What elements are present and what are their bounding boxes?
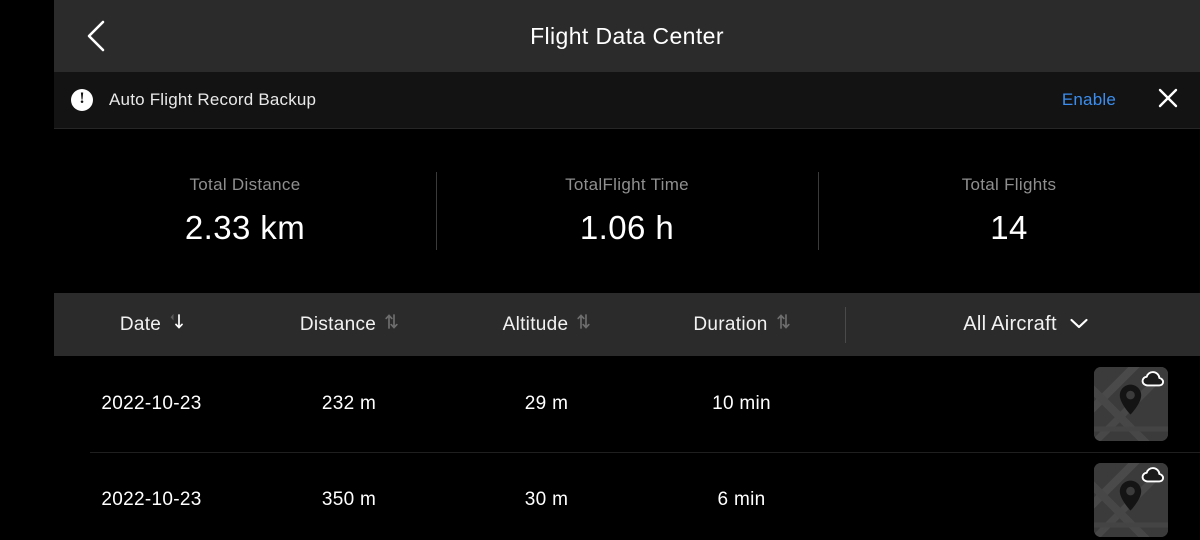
column-header-date[interactable]: Date bbox=[54, 313, 249, 336]
sort-arrows-icon bbox=[577, 313, 591, 336]
cloud-icon bbox=[1141, 370, 1165, 393]
map-pin-icon bbox=[1118, 479, 1143, 517]
flight-table-header: Date Distance Altitude Duration All Airc… bbox=[54, 293, 1200, 356]
column-label: Duration bbox=[693, 313, 768, 335]
banner-message: Auto Flight Record Backup bbox=[109, 90, 317, 109]
screen: Flight Data Center ! Auto Flight Record … bbox=[0, 0, 1200, 540]
sort-arrows-icon bbox=[170, 313, 184, 336]
stat-label: TotalFlight Time bbox=[565, 175, 689, 194]
map-pin-icon bbox=[1118, 383, 1143, 421]
column-label: Date bbox=[119, 313, 162, 335]
stat-total-distance: Total Distance 2.33 km bbox=[54, 165, 436, 257]
column-header-distance[interactable]: Distance bbox=[249, 313, 449, 336]
cloud-icon bbox=[1141, 466, 1165, 489]
stat-total-flight-time: TotalFlight Time 1.06 h bbox=[436, 165, 818, 257]
cell-distance: 350 m bbox=[321, 489, 377, 510]
navigation-bar: Flight Data Center bbox=[54, 0, 1200, 72]
map-thumbnail[interactable] bbox=[1094, 367, 1168, 441]
stat-total-flights: Total Flights 14 bbox=[818, 165, 1200, 257]
stat-value: 1.06 h bbox=[579, 209, 675, 246]
stat-value: 2.33 km bbox=[184, 209, 306, 246]
flight-data-center-app: Flight Data Center ! Auto Flight Record … bbox=[54, 0, 1200, 540]
chevron-left-icon bbox=[85, 19, 107, 53]
column-label: Altitude bbox=[502, 313, 569, 335]
sort-arrows-icon bbox=[776, 313, 790, 336]
cell-duration: 6 min bbox=[717, 489, 766, 510]
header-divider bbox=[845, 306, 846, 343]
stat-value: 14 bbox=[990, 209, 1028, 246]
cell-distance: 232 m bbox=[321, 393, 377, 414]
stat-label: Total Flights bbox=[961, 175, 1057, 194]
cell-date: 2022-10-23 bbox=[101, 393, 202, 414]
close-banner-button[interactable] bbox=[1146, 78, 1190, 122]
cell-date: 2022-10-23 bbox=[101, 489, 202, 510]
cell-altitude: 30 m bbox=[524, 489, 569, 510]
column-header-altitude[interactable]: Altitude bbox=[449, 313, 644, 336]
page-title: Flight Data Center bbox=[530, 22, 724, 49]
enable-backup-link[interactable]: Enable bbox=[1062, 90, 1116, 110]
aircraft-filter-label: All Aircraft bbox=[963, 313, 1057, 335]
table-row[interactable]: 2022-10-23 350 m 30 m 6 min bbox=[54, 452, 1200, 540]
map-thumbnail[interactable] bbox=[1094, 463, 1168, 537]
column-header-duration[interactable]: Duration bbox=[644, 313, 839, 336]
auto-backup-banner: ! Auto Flight Record Backup Enable bbox=[54, 72, 1200, 129]
column-label: Distance bbox=[299, 313, 377, 335]
table-row[interactable]: 2022-10-23 232 m 29 m 10 min bbox=[54, 356, 1200, 452]
chevron-down-icon bbox=[1069, 313, 1089, 336]
summary-stats: Total Distance 2.33 km TotalFlight Time … bbox=[54, 129, 1200, 293]
cell-duration: 10 min bbox=[712, 393, 771, 414]
back-button[interactable] bbox=[74, 14, 118, 58]
close-icon bbox=[1157, 87, 1179, 114]
aircraft-filter-dropdown[interactable]: All Aircraft bbox=[852, 313, 1200, 336]
sort-arrows-icon bbox=[385, 313, 398, 336]
stat-label: Total Distance bbox=[189, 175, 301, 194]
cell-altitude: 29 m bbox=[524, 393, 569, 414]
exclamation-circle-icon: ! bbox=[71, 89, 93, 111]
